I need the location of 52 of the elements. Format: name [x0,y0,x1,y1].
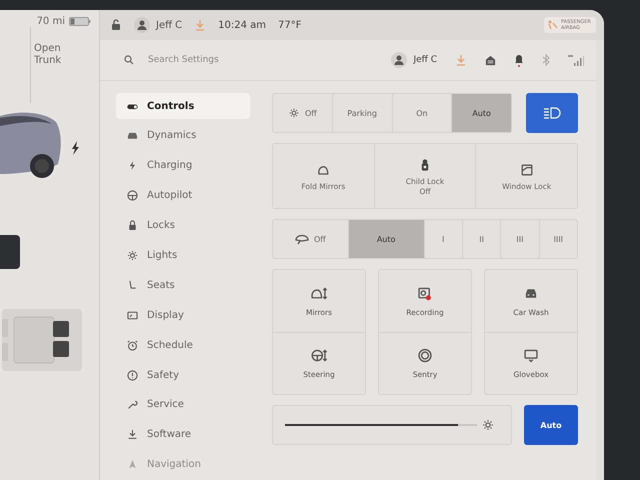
range-text: 70 mi [36,16,65,27]
notification-bell-icon[interactable] [514,53,524,67]
download-icon [126,428,139,442]
profile-name[interactable]: Jeff C [413,55,437,65]
auto-high-beam-button[interactable] [526,93,578,133]
sidebar-item[interactable]: Lights [116,242,250,268]
garage-icon[interactable] [485,54,496,66]
alarm-clock-icon [126,338,139,352]
user-icon[interactable] [134,17,150,33]
sun-icon [288,107,300,119]
window-lock-icon [518,162,535,178]
sidebar-item[interactable]: Seats [116,272,250,298]
battery-icon [69,17,91,26]
sidebar-item[interactable]: Locks [116,212,250,239]
wiper-icon [294,234,309,244]
steering-wheel-icon [126,189,139,202]
signal-icon [568,54,584,66]
sidebar-item[interactable]: Schedule [116,332,250,358]
driver-name[interactable]: Jeff C [156,20,182,30]
steering-adjust-icon [309,347,329,364]
wiper-option[interactable]: IIII [540,220,577,258]
headlight-option[interactable]: Off [273,94,333,132]
sidebar-item[interactable]: Charging [116,152,250,179]
wiper-option[interactable]: I [424,220,463,258]
wiper-option[interactable]: II [462,220,502,258]
search-field[interactable]: Search Settings [124,54,284,66]
display-icon [126,308,139,322]
open-trunk-button[interactable]: Open Trunk [34,43,74,67]
mirror-adjust-icon [309,284,329,302]
headlight-option[interactable]: Auto [452,94,511,132]
wiper-option[interactable]: Auto [348,220,424,258]
clock-time: 10:24 am [218,20,266,30]
sidebar-item[interactable]: Display [116,302,250,328]
sidebar-item[interactable]: Software [116,422,250,448]
sidebar-item[interactable]: Dynamics [116,122,250,149]
sidebar-item[interactable]: Autopilot [116,182,250,209]
brightness-icon[interactable] [481,418,495,432]
sidebar-item[interactable]: Service [116,392,250,418]
auto-high-beam-icon [543,107,561,119]
temperature: 77°F [278,20,302,30]
sidebar-item[interactable]: Navigation [116,452,250,478]
search-icon [124,55,134,65]
unlocked-icon[interactable] [110,19,122,31]
sidebar-item[interactable]: Safety [116,362,250,388]
sidebar-item[interactable]: Controls [116,93,250,119]
charge-port-icon [70,141,80,155]
wiper-option[interactable]: III [501,220,540,258]
profile-icon[interactable] [391,52,408,68]
sun-icon [126,248,139,262]
auto-brightness-button[interactable]: Auto [524,405,578,445]
warning-icon [126,368,139,382]
headlight-option[interactable]: Parking [332,94,392,132]
